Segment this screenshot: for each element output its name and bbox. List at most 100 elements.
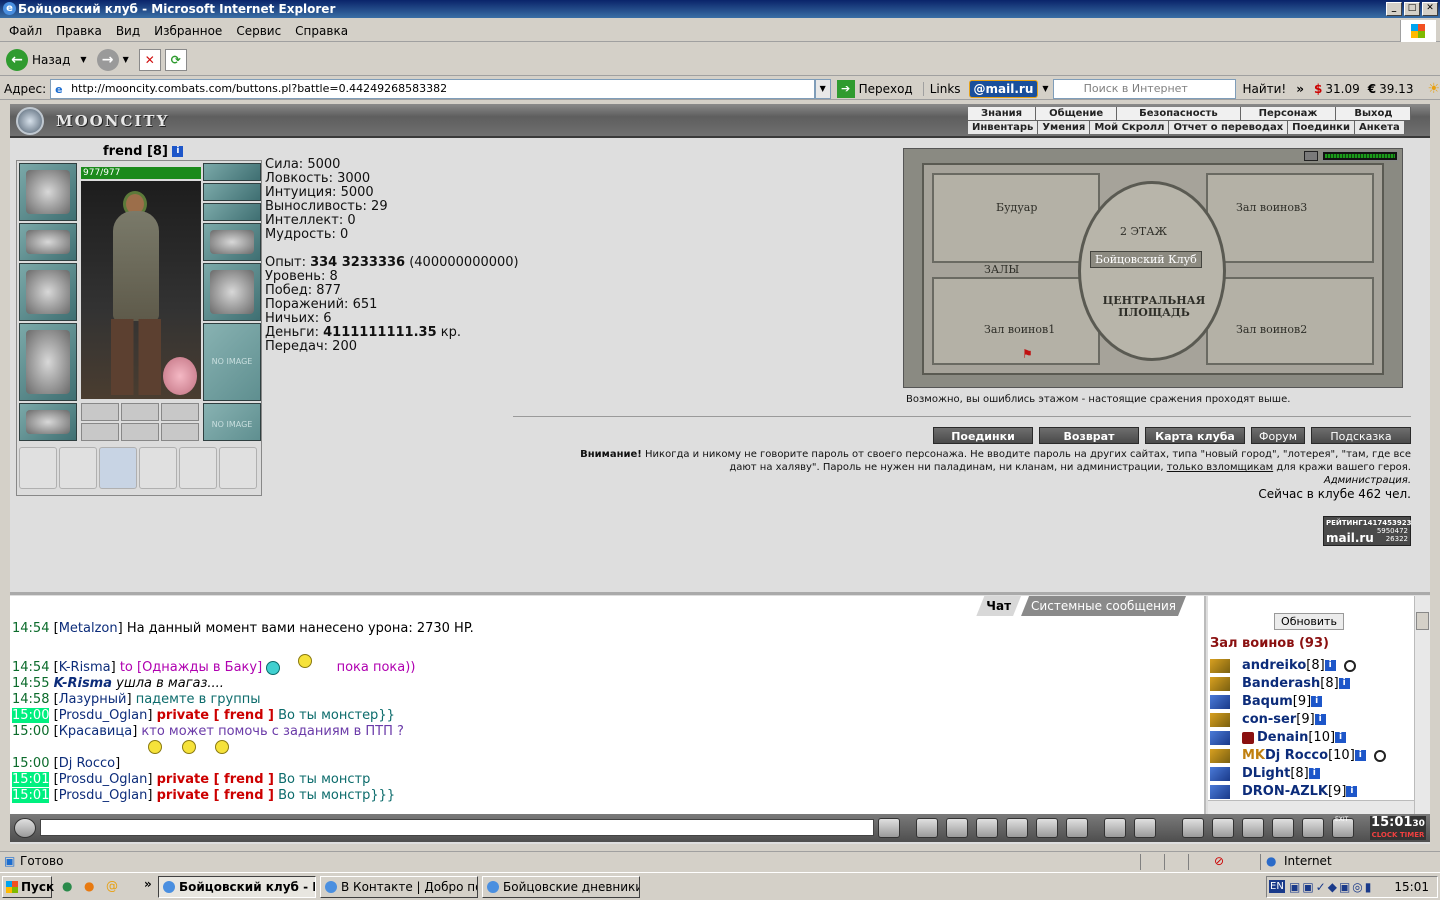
ring-slot-2[interactable] bbox=[121, 403, 159, 421]
search-input[interactable]: Поиск в Интернет bbox=[1052, 78, 1237, 99]
rune-slot-2[interactable] bbox=[121, 423, 159, 441]
scroll-slot-1[interactable] bbox=[19, 447, 57, 489]
sound-icon[interactable] bbox=[1066, 818, 1088, 838]
mailru-rating-counter[interactable]: РЕЙТИНГ1417453923 mail.ru 5950472 26322 bbox=[1323, 516, 1411, 546]
pet-icon[interactable] bbox=[163, 357, 197, 395]
info-icon[interactable]: i bbox=[1324, 660, 1336, 671]
user-list-item[interactable]: andreiko[8] i bbox=[1210, 658, 1356, 673]
go-arrow-icon[interactable]: ➔ bbox=[836, 79, 855, 98]
map-label-boudoir[interactable]: Будуар bbox=[996, 201, 1037, 214]
nav-my-scroll[interactable]: Мой Скролл bbox=[1090, 121, 1170, 134]
nav-duels[interactable]: Поединки bbox=[1288, 121, 1355, 134]
belt-slot[interactable] bbox=[19, 403, 77, 441]
hint-button[interactable]: Подсказка bbox=[1311, 427, 1411, 444]
forward-dropdown-icon[interactable]: ▼ bbox=[123, 55, 129, 64]
info-icon[interactable]: i bbox=[1308, 768, 1320, 779]
slash-icon[interactable] bbox=[1036, 818, 1058, 838]
scroll-slot-2[interactable] bbox=[59, 447, 97, 489]
user-list-item[interactable]: MKDj Rocco[10] i bbox=[1210, 748, 1386, 763]
tab-system-messages[interactable]: Системные сообщения bbox=[1021, 596, 1186, 616]
settings-icon[interactable] bbox=[1272, 818, 1294, 838]
chat-input[interactable] bbox=[40, 819, 874, 836]
minimize-button[interactable]: _ bbox=[1386, 2, 1402, 16]
duels-button[interactable]: Поединки bbox=[933, 427, 1033, 444]
start-button[interactable]: Пуск bbox=[2, 876, 54, 898]
nav-transfer-report[interactable]: Отчет о переводах bbox=[1169, 121, 1289, 134]
private-message-icon[interactable] bbox=[1210, 658, 1230, 673]
user-list-item[interactable]: DLight[8] i bbox=[1210, 766, 1320, 781]
user-list-item[interactable]: Denain[10] i bbox=[1210, 730, 1347, 745]
chat-mode-icon[interactable] bbox=[1006, 818, 1028, 838]
back-dropdown-icon[interactable]: ▼ bbox=[80, 55, 86, 64]
info-icon[interactable]: i bbox=[1346, 786, 1358, 797]
exit-icon[interactable]: EXIT bbox=[1332, 816, 1354, 838]
nav-security[interactable]: Безопасность bbox=[1117, 107, 1241, 120]
map-label-club[interactable]: Бойцовский Клуб bbox=[1090, 251, 1202, 268]
menu-file[interactable]: Файл bbox=[2, 24, 49, 38]
find-button[interactable]: Найти! bbox=[1242, 82, 1286, 96]
pet-action-icon[interactable] bbox=[1242, 818, 1264, 838]
gloves-slot[interactable] bbox=[203, 223, 261, 261]
task-fight-club[interactable]: Бойцовский клуб - Mi... bbox=[158, 876, 316, 898]
private-message-icon[interactable] bbox=[1210, 730, 1230, 745]
user-list-item[interactable]: con-ser[9] i bbox=[1210, 712, 1326, 727]
save-log-icon[interactable] bbox=[976, 818, 998, 838]
filter-icon[interactable] bbox=[946, 818, 968, 838]
task-vkontakte[interactable]: В Контакте | Добро по... bbox=[320, 876, 478, 898]
links-button[interactable]: Links bbox=[922, 81, 961, 96]
maximize-button[interactable]: □ bbox=[1404, 2, 1420, 16]
rune-slot-3[interactable] bbox=[161, 423, 199, 441]
friends-icon[interactable] bbox=[1302, 818, 1324, 838]
earrings-slot[interactable] bbox=[203, 163, 261, 181]
private-message-icon[interactable] bbox=[1210, 766, 1230, 781]
send-enter-icon[interactable] bbox=[878, 818, 900, 838]
url-input[interactable]: http://mooncity.combats.com/buttons.pl?b… bbox=[50, 78, 815, 99]
info-icon[interactable]: i bbox=[1314, 714, 1326, 725]
menu-help[interactable]: Справка bbox=[288, 24, 355, 38]
nav-profile[interactable]: Анкета bbox=[1354, 121, 1405, 134]
go-button[interactable]: Переход bbox=[859, 82, 913, 96]
rings-slot[interactable] bbox=[203, 203, 261, 221]
back-button-label[interactable]: Назад bbox=[32, 53, 70, 67]
mailru-logo[interactable]: @mail.ru bbox=[968, 79, 1039, 98]
map-label-hall2[interactable]: Зал воинов2 bbox=[1236, 323, 1307, 336]
shield-slot[interactable] bbox=[203, 263, 261, 321]
quicklaunch-more-icon[interactable]: » bbox=[144, 877, 152, 891]
ring-slot-1[interactable] bbox=[81, 403, 119, 421]
quicklaunch-icon-2[interactable]: ● bbox=[84, 879, 94, 893]
add-friend-icon[interactable] bbox=[1343, 659, 1356, 672]
nav-character[interactable]: Персонаж bbox=[1240, 107, 1337, 120]
user-list-scrollbar[interactable] bbox=[1414, 596, 1430, 814]
private-message-icon[interactable] bbox=[1210, 712, 1230, 727]
bracers-slot[interactable] bbox=[19, 223, 77, 261]
back-arrow-icon[interactable]: ← bbox=[6, 48, 28, 71]
chat-head-icon[interactable] bbox=[14, 818, 36, 838]
popup-blocker-icon[interactable]: ⊘ bbox=[1214, 852, 1224, 871]
private-message-icon[interactable] bbox=[1210, 676, 1230, 691]
central-square[interactable] bbox=[1078, 181, 1226, 361]
stop-icon[interactable]: ✕ bbox=[138, 48, 161, 71]
sun-icon[interactable]: ☀ bbox=[1427, 81, 1440, 97]
forum-button[interactable]: Форум bbox=[1251, 427, 1305, 444]
info-icon[interactable]: i bbox=[1311, 696, 1323, 707]
nav-skills[interactable]: Умения bbox=[1038, 121, 1091, 134]
scroll-slot-6[interactable] bbox=[219, 447, 257, 489]
rune-slot-1[interactable] bbox=[81, 423, 119, 441]
info-icon[interactable]: i bbox=[1338, 678, 1350, 689]
scroll-slot-3[interactable] bbox=[99, 447, 137, 489]
user-list-hscrollbar[interactable] bbox=[1208, 800, 1414, 814]
info-icon[interactable]: i bbox=[1335, 732, 1347, 743]
tray-icons[interactable]: ▣▣✓◆▣◎▮ bbox=[1289, 877, 1373, 897]
private-message-icon[interactable] bbox=[1210, 784, 1230, 799]
scroll-slot-5[interactable] bbox=[179, 447, 217, 489]
hackers-link[interactable]: только взломщикам bbox=[1167, 462, 1273, 473]
room-hall2[interactable] bbox=[1206, 277, 1374, 365]
weapon-slot[interactable] bbox=[19, 263, 77, 321]
room-boudoir[interactable] bbox=[932, 173, 1100, 263]
close-button[interactable]: ✕ bbox=[1422, 2, 1438, 16]
leggings-slot[interactable]: NO IMAGE bbox=[203, 323, 261, 401]
mailru-dropdown-icon[interactable]: ▼ bbox=[1042, 84, 1048, 93]
return-button[interactable]: Возврат bbox=[1039, 427, 1139, 444]
nav-communication[interactable]: Общение bbox=[1036, 107, 1118, 120]
quest-icon[interactable] bbox=[1182, 818, 1204, 838]
